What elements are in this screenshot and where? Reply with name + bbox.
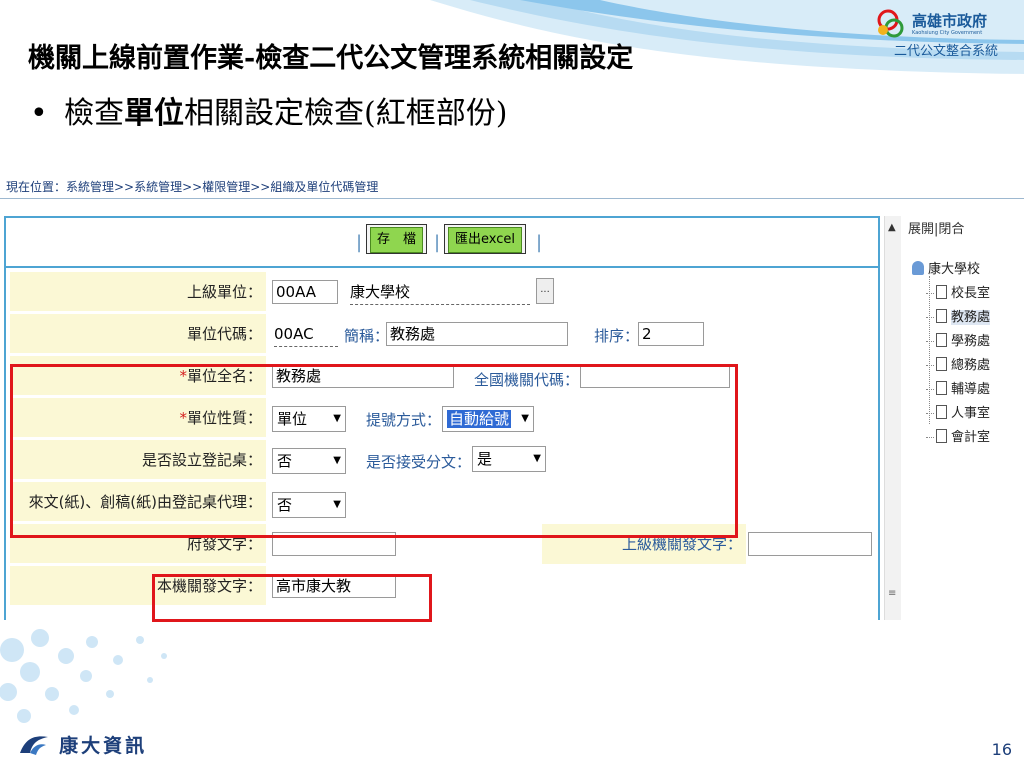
tree-item-label: 會計室	[951, 430, 991, 445]
tree-branch	[926, 413, 934, 414]
tree-item[interactable]: 輔導處	[926, 378, 990, 397]
kaohsiung-government-logo: 高雄市政府 Kaohsiung City Government 二代公文整合系統	[872, 4, 1012, 60]
unit-code-value: 00AC	[274, 322, 338, 347]
tree-item-label: 輔導處	[951, 382, 991, 397]
school-icon	[912, 261, 924, 275]
page-number: 16	[991, 740, 1012, 759]
bullet-text-pre: 檢查	[64, 96, 124, 131]
kaohsiung-logo-icon	[877, 9, 904, 38]
form-row-unit-code: 單位代碼： 00AC 簡稱： 教務處 排序： 2	[10, 314, 878, 356]
short-name-input[interactable]: 教務處	[386, 322, 568, 346]
company-logo-icon	[20, 735, 48, 755]
tree-item-label: 學務處	[951, 334, 991, 349]
tree-item-label: 總務處	[951, 358, 991, 373]
tree-item-label: 人事室	[951, 406, 991, 421]
slide-title: 機關上線前置作業-檢查二代公文管理系統相關設定	[28, 43, 634, 74]
scroll-grip-icon[interactable]: ≡	[888, 588, 896, 599]
document-icon	[936, 357, 947, 371]
document-icon	[936, 333, 947, 347]
breadcrumb-divider	[0, 198, 1024, 199]
save-button-label: 存 檔	[370, 227, 424, 253]
company-name: 康大資訊	[59, 735, 148, 757]
order-input[interactable]: 2	[638, 322, 704, 346]
tree-root-node[interactable]: 康大學校	[912, 258, 980, 277]
export-excel-button[interactable]: 匯出excel	[444, 224, 526, 254]
red-highlight-frame	[152, 574, 432, 622]
unit-code-label: 單位代碼：	[10, 314, 266, 354]
form-toolbar: | 存 檔 | 匯出excel |	[6, 218, 878, 268]
tree-branch	[926, 365, 934, 366]
document-icon	[936, 429, 947, 443]
parent-unit-name: 康大學校	[350, 280, 530, 305]
document-icon	[936, 285, 947, 299]
parent-unit-picker-button[interactable]: ...	[536, 278, 554, 304]
bullet-text-bold: 單位	[124, 96, 184, 131]
export-excel-label: 匯出excel	[448, 227, 522, 253]
tree-item[interactable]: 總務處	[926, 354, 990, 373]
short-name-label: 簡稱：	[344, 327, 390, 345]
tree-branch	[926, 437, 934, 438]
tree-item-label: 校長室	[951, 286, 991, 301]
tree-item[interactable]: 校長室	[926, 282, 990, 301]
breadcrumb: 現在位置：系統管理>>系統管理>>權限管理>>組織及單位代碼管理	[6, 180, 379, 194]
scroll-up-icon[interactable]: ▲	[888, 222, 896, 233]
form-row-parent-unit: 上級單位： 00AA 康大學校 ...	[10, 272, 878, 314]
logo-text-english: Kaohsiung City Government	[912, 30, 983, 36]
logo-text-system: 二代公文整合系統	[894, 44, 999, 59]
bullet-point: • 檢查單位相關設定檢查(紅框部份)	[30, 88, 507, 132]
form-scrollbar[interactable]: ▲ ≡	[884, 216, 901, 620]
tree-item-label: 教務處	[951, 310, 991, 325]
tree-item[interactable]: 人事室	[926, 402, 990, 421]
save-button[interactable]: 存 檔	[366, 224, 428, 254]
tree-branch	[926, 293, 934, 294]
tree-branch	[926, 389, 934, 390]
org-tree-panel: 展開|閉合 康大學校 校長室 教務處 學務處 總務處 輔導處 人事室 會計室	[908, 216, 1024, 620]
document-icon	[936, 309, 947, 323]
bullet-text-post: 相關設定檢查(紅框部份)	[184, 96, 508, 131]
document-icon	[936, 381, 947, 395]
tree-branch	[926, 317, 934, 318]
tree-item[interactable]: 學務處	[926, 330, 990, 349]
footer-company-logo: 康大資訊	[18, 731, 147, 759]
form-row-own-text: 本機關發文字： 高市康大教	[10, 566, 878, 608]
document-icon	[936, 405, 947, 419]
toolbar-separator: |	[536, 232, 543, 253]
tree-root-label: 康大學校	[928, 262, 981, 277]
tree-item-selected[interactable]: 教務處	[926, 306, 991, 325]
toolbar-separator: |	[356, 232, 363, 253]
upper-text-input[interactable]	[748, 532, 872, 556]
toolbar-separator: |	[434, 232, 441, 253]
order-label: 排序：	[594, 327, 640, 345]
red-highlight-frame	[10, 364, 738, 538]
system-screenshot: 現在位置：系統管理>>系統管理>>權限管理>>組織及單位代碼管理 | 存 檔 |…	[0, 168, 1024, 622]
tree-item[interactable]: 會計室	[926, 426, 990, 445]
tree-branch	[926, 341, 934, 342]
parent-unit-code-input[interactable]: 00AA	[272, 280, 338, 304]
bullet-dot-icon: •	[30, 96, 48, 131]
tree-expand-collapse-toggle[interactable]: 展開|閉合	[908, 218, 964, 237]
parent-unit-label: 上級單位：	[10, 272, 266, 312]
logo-text-kaohsiung: 高雄市政府	[912, 12, 988, 30]
